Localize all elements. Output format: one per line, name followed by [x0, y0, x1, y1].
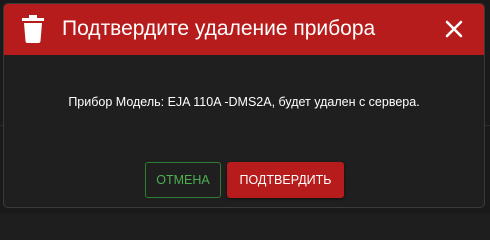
cancel-button[interactable]: ОТМЕНА: [145, 162, 221, 198]
confirm-button[interactable]: ПОДТВЕРДИТЬ: [227, 162, 344, 198]
delete-confirm-dialog: Подтвердите удаление прибора Прибор Моде…: [3, 3, 485, 208]
dialog-footer: ОТМЕНА ПОДТВЕРДИТЬ: [4, 162, 484, 198]
dialog-message: Прибор Модель: EJA 110A -DMS2A, будет уд…: [68, 95, 420, 109]
dialog-title: Подтвердите удаление прибора: [62, 17, 376, 40]
trash-icon: [22, 15, 44, 43]
dialog-header: Подтвердите удаление прибора: [4, 4, 484, 55]
close-icon[interactable]: [442, 17, 466, 41]
